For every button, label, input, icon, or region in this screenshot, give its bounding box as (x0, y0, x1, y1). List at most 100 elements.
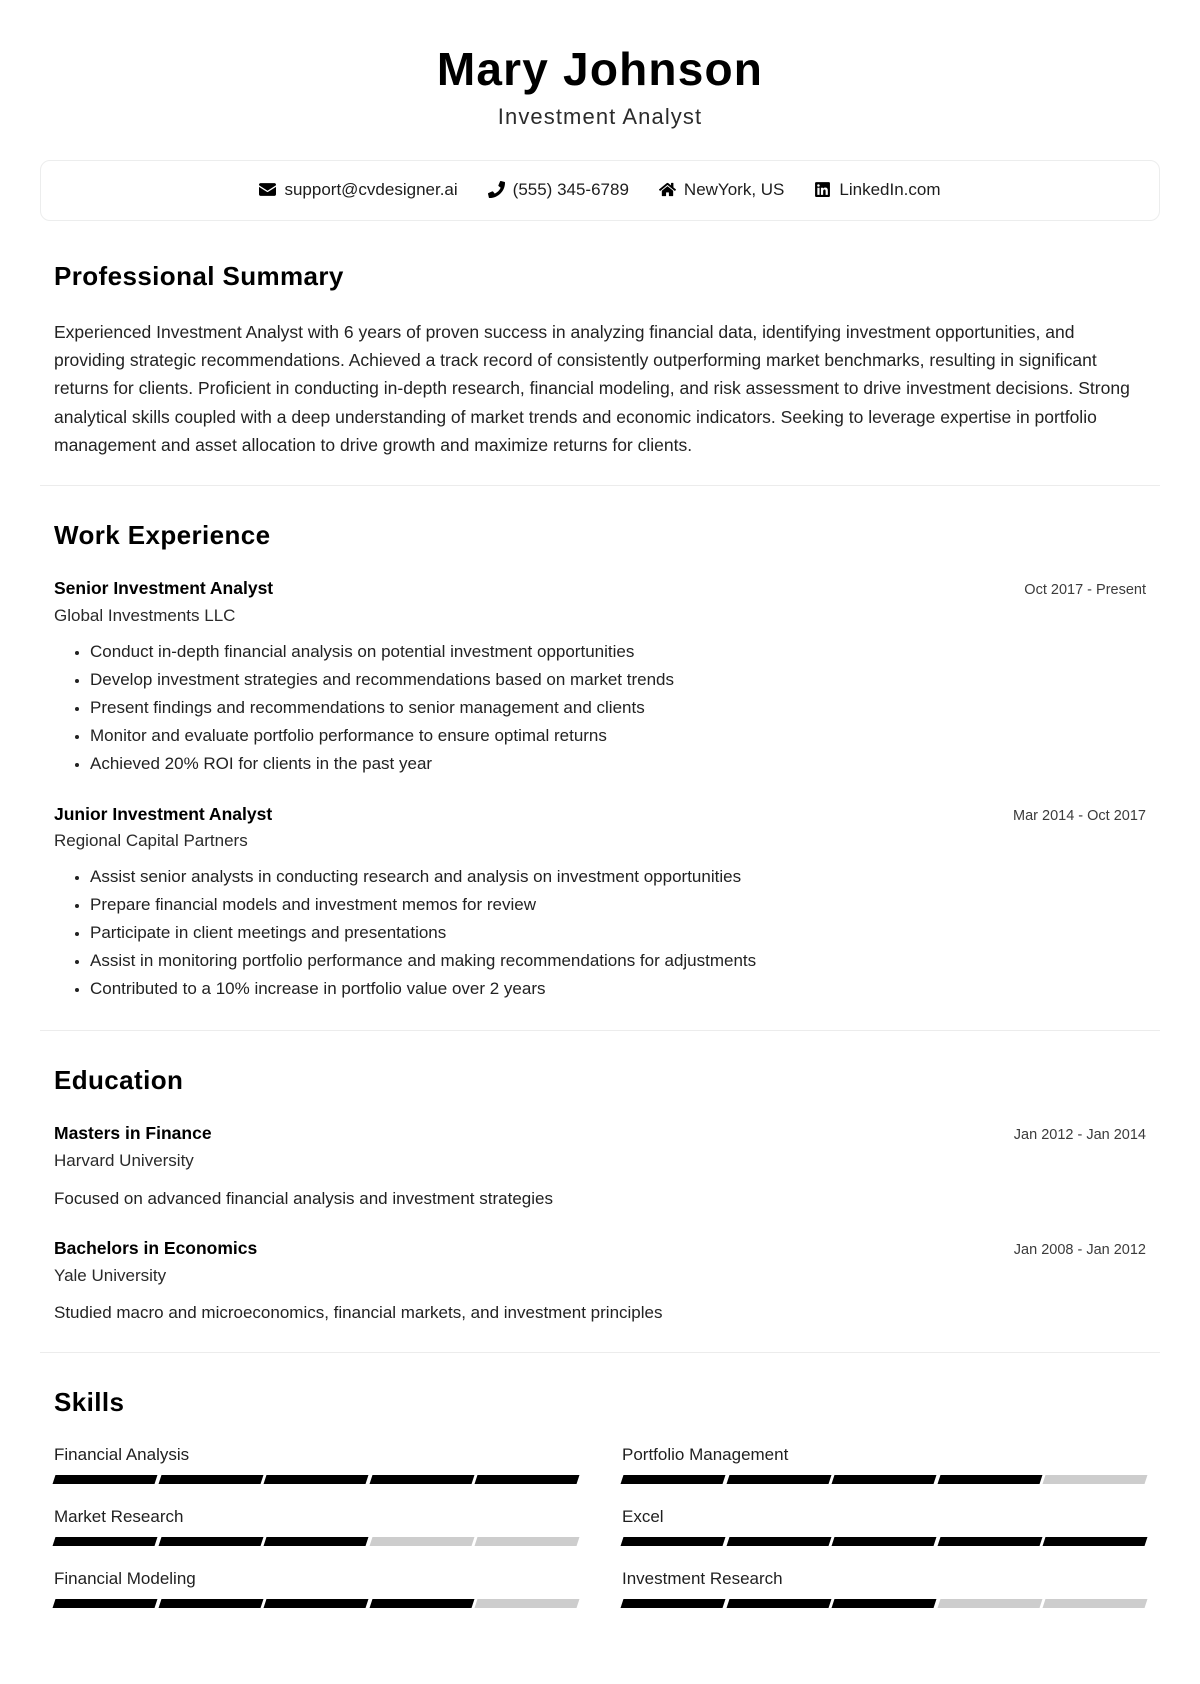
contact-location-text: NewYork, US (683, 179, 785, 199)
work-bullet: Prepare financial models and investment … (90, 892, 1146, 918)
skill-rating-bar (52, 1475, 580, 1485)
skill-segment (474, 1599, 580, 1609)
envelope-icon (259, 181, 277, 198)
education-entry: Masters in Finance Jan 2012 - Jan 2014 H… (54, 1122, 1146, 1211)
education-description: Focused on advanced financial analysis a… (54, 1188, 553, 1208)
work-date: Oct 2017 - Present (1024, 582, 1146, 599)
section-title-summary: Professional Summary (54, 260, 344, 291)
candidate-job-title: Investment Analyst (497, 103, 703, 129)
work-bullet: Present findings and recommendations to … (90, 695, 1146, 721)
home-icon (658, 181, 676, 198)
education-date: Jan 2012 - Jan 2014 (1013, 1127, 1146, 1144)
contact-location[interactable]: NewYork, US (658, 179, 785, 200)
summary-paragraph: Experienced Investment Analyst with 6 ye… (54, 321, 1130, 455)
skill-segment (937, 1599, 1042, 1609)
skill-rating-bar (52, 1599, 580, 1609)
work-entry-head: Junior Investment Analyst Mar 2014 - Oct… (54, 803, 1146, 827)
work-bullets: Assist senior analysts in conducting res… (54, 864, 1146, 1002)
skill-segment (52, 1475, 158, 1485)
skill-segment (369, 1537, 474, 1547)
work-date: Mar 2014 - Oct 2017 (1013, 807, 1146, 824)
skill-label: Financial Modeling (54, 1569, 196, 1589)
skill-segment (937, 1475, 1042, 1485)
skill-segment (831, 1599, 937, 1609)
skill-segment (937, 1537, 1042, 1547)
candidate-name: Mary Johnson (436, 43, 764, 95)
skill-label: Excel (622, 1507, 664, 1527)
section-work-experience: Work Experience Senior Investment Analys… (40, 485, 1160, 1030)
contact-email-text: support@cvdesigner.ai (284, 179, 458, 199)
skill-segment (620, 1475, 726, 1485)
work-bullet: Conduct in-depth financial analysis on p… (90, 639, 1146, 665)
resume-header: Mary Johnson Investment Analyst (40, 0, 1160, 160)
work-bullet: Achieved 20% ROI for clients in the past… (90, 751, 1146, 777)
work-company: Regional Capital Partners (54, 831, 248, 851)
skill-item: Portfolio Management (620, 1444, 1148, 1485)
education-school: Yale University (54, 1265, 167, 1285)
education-description: Studied macro and microeconomics, financ… (54, 1303, 663, 1323)
work-entry: Junior Investment Analyst Mar 2014 - Oct… (54, 803, 1146, 1002)
contact-linkedin-text: LinkedIn.com (839, 179, 941, 199)
work-bullet: Assist in monitoring portfolio performan… (90, 948, 1146, 974)
skill-segment (369, 1599, 474, 1609)
skill-item: Market Research (52, 1506, 580, 1547)
skill-segment (158, 1599, 263, 1609)
skill-segment (831, 1537, 937, 1547)
skill-rating-bar (52, 1537, 580, 1547)
work-company: Global Investments LLC (54, 605, 236, 625)
education-date: Jan 2008 - Jan 2012 (1013, 1242, 1146, 1258)
section-professional-summary: Professional Summary Experienced Investm… (40, 221, 1160, 486)
skill-label: Investment Research (622, 1569, 783, 1589)
work-bullet: Assist senior analysts in conducting res… (90, 864, 1146, 890)
education-degree: Bachelors in Economics (54, 1238, 258, 1258)
skill-segment (1042, 1537, 1148, 1547)
skill-segment (620, 1599, 726, 1609)
section-title-work: Work Experience (54, 520, 271, 551)
skill-segment (369, 1475, 474, 1485)
work-entry: Senior Investment Analyst Oct 2017 - Pre… (54, 577, 1146, 776)
skill-segment (474, 1537, 580, 1547)
section-title-education: Education (54, 1065, 184, 1096)
skill-segment (474, 1475, 580, 1485)
skill-label: Financial Analysis (54, 1444, 190, 1464)
education-degree: Masters in Finance (54, 1123, 212, 1144)
work-bullet: Monitor and evaluate portfolio performan… (90, 723, 1146, 749)
contact-linkedin[interactable]: LinkedIn.com (814, 179, 941, 200)
skill-rating-bar (620, 1599, 1148, 1609)
work-bullets: Conduct in-depth financial analysis on p… (54, 639, 1146, 777)
education-school: Harvard University (54, 1150, 194, 1170)
work-bullet: Develop investment strategies and recomm… (90, 667, 1146, 693)
skill-segment (620, 1537, 726, 1547)
section-title-skills: Skills (54, 1386, 125, 1417)
skill-rating-bar (620, 1537, 1148, 1547)
skill-rating-bar (620, 1475, 1148, 1485)
skills-grid: Financial Analysis Portfolio Management … (52, 1444, 1148, 1609)
skill-segment (831, 1475, 937, 1485)
skill-segment (263, 1599, 369, 1609)
skill-segment (158, 1537, 263, 1547)
education-entry-head: Bachelors in Economics Jan 2008 - Jan 20… (54, 1237, 1146, 1261)
skill-segment (726, 1537, 831, 1547)
skill-segment (263, 1475, 369, 1485)
education-entry: Bachelors in Economics Jan 2008 - Jan 20… (54, 1237, 1146, 1326)
linkedin-icon (814, 181, 831, 198)
skill-item: Investment Research (620, 1568, 1148, 1609)
phone-icon (487, 181, 505, 199)
section-education: Education Masters in Finance Jan 2012 - … (40, 1030, 1160, 1352)
resume-page: Mary Johnson Investment Analyst support@… (40, 0, 1160, 1634)
skill-segment (726, 1599, 831, 1609)
contact-phone-text: (555) 345-6789 (512, 179, 629, 199)
skill-segment (158, 1475, 263, 1485)
skill-segment (1042, 1599, 1148, 1609)
skill-label: Portfolio Management (622, 1444, 789, 1464)
section-skills: Skills Financial Analysis Portfolio Mana… (40, 1351, 1160, 1634)
contact-phone[interactable]: (555) 345-6789 (487, 179, 629, 200)
skill-segment (52, 1599, 158, 1609)
education-entry-head: Masters in Finance Jan 2012 - Jan 2014 (54, 1122, 1146, 1146)
skill-item: Financial Modeling (52, 1568, 580, 1609)
work-bullet: Participate in client meetings and prese… (90, 920, 1146, 946)
skill-item: Excel (620, 1506, 1148, 1547)
skill-segment (1042, 1475, 1148, 1485)
contact-email[interactable]: support@cvdesigner.ai (259, 179, 458, 200)
skill-segment (52, 1537, 158, 1547)
